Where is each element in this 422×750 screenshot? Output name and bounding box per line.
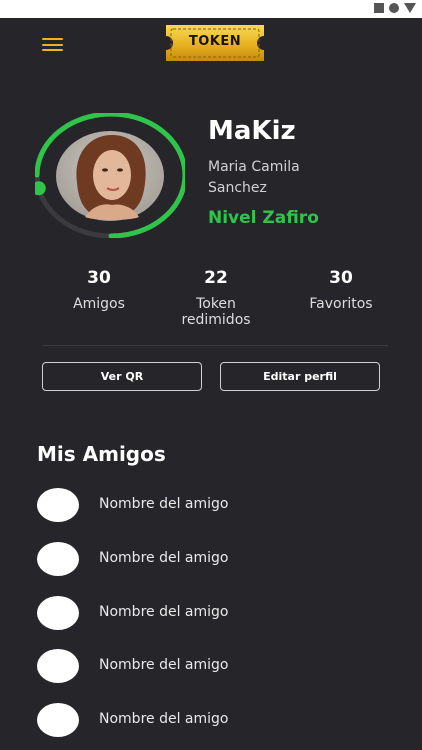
stat-label: Token redimidos: [181, 296, 251, 328]
friend-name: Nombre del amigo: [99, 711, 229, 727]
friend-avatar: [37, 649, 79, 683]
friend-item[interactable]: Nombre del amigo: [37, 542, 337, 578]
status-icons: [374, 3, 416, 13]
notification-icon: [374, 3, 384, 13]
stat-value: 22: [204, 268, 228, 288]
stat-friends[interactable]: 30 Amigos: [39, 268, 159, 312]
friend-item[interactable]: Nombre del amigo: [37, 488, 337, 524]
record-icon: [389, 3, 399, 13]
friend-name: Nombre del amigo: [99, 496, 229, 512]
friend-avatar: [37, 542, 79, 576]
status-bar: [0, 0, 422, 18]
signal-icon: [404, 3, 416, 13]
progress-indicator: [35, 181, 46, 196]
avatar[interactable]: [35, 113, 185, 238]
divider: [42, 345, 388, 346]
stat-value: 30: [329, 268, 353, 288]
token-logo-text: TOKEN: [188, 34, 242, 49]
profile-username: MaKiz: [208, 116, 296, 146]
menu-icon[interactable]: [42, 38, 63, 51]
profile-level: Nivel Zafiro: [208, 208, 319, 228]
token-logo: TOKEN: [166, 25, 264, 61]
profile-fullname: Maria Camila Sanchez: [208, 159, 300, 196]
view-qr-button[interactable]: Ver QR: [42, 362, 202, 391]
stat-label: Amigos: [73, 296, 125, 312]
friends-section-title: Mis Amigos: [37, 442, 166, 466]
stat-favorites[interactable]: 30 Favoritos: [281, 268, 401, 312]
friend-item[interactable]: Nombre del amigo: [37, 596, 337, 632]
friend-name: Nombre del amigo: [99, 604, 229, 620]
friend-avatar: [37, 596, 79, 630]
edit-profile-button[interactable]: Editar perfil: [220, 362, 380, 391]
friend-avatar: [37, 703, 79, 737]
friend-name: Nombre del amigo: [99, 550, 229, 566]
friend-avatar: [37, 488, 79, 522]
stat-value: 30: [87, 268, 111, 288]
stat-label: Favoritos: [309, 296, 373, 312]
friend-name: Nombre del amigo: [99, 657, 229, 673]
friend-item[interactable]: Nombre del amigo: [37, 703, 337, 739]
stat-tokens[interactable]: 22 Token redimidos: [156, 268, 276, 328]
friend-item[interactable]: Nombre del amigo: [37, 649, 337, 685]
